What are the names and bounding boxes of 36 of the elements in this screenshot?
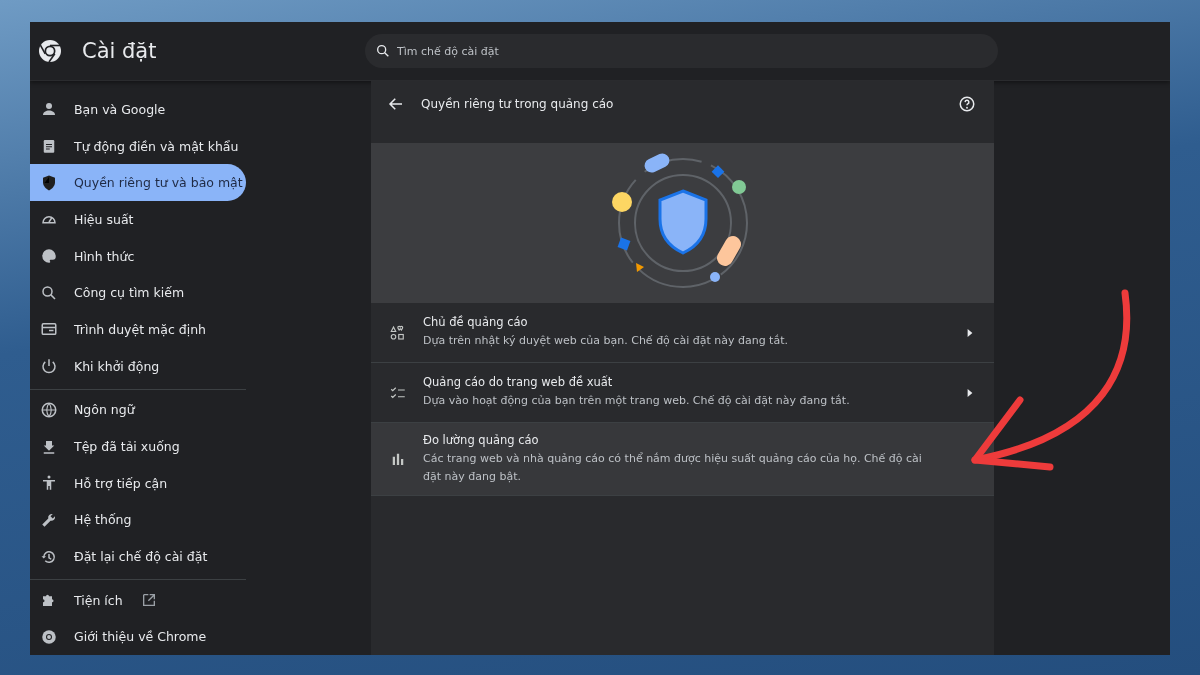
sidebar-item[interactable]: Trình duyệt mặc định bbox=[30, 311, 246, 348]
page-title: Quyền riêng tư trong quảng cáo bbox=[421, 97, 615, 111]
sidebar-item[interactable]: Hệ thống bbox=[30, 501, 246, 539]
sidebar-item[interactable]: Hiệu suất bbox=[30, 201, 246, 238]
sidebar-item[interactable]: Giới thiệu về Chrome bbox=[30, 618, 246, 655]
sidebar-item[interactable]: Tệp đã tải xuống bbox=[30, 428, 246, 465]
search-icon bbox=[375, 43, 391, 59]
sidebar-item[interactable]: Ngôn ngữ bbox=[30, 391, 246, 429]
setting-row[interactable]: Đo lường quảng cáo Các trang web và nhà quảng cáo có thể nắm được hiệu suất quảng cáo của họ. Chế độ cài đặt này đang bật. bbox=[371, 423, 994, 497]
setting-description: Dựa vào hoạt động của bạn trên một trang web. Chế độ cài đặt này đang tắt. bbox=[423, 393, 851, 410]
setting-row[interactable]: Chủ đề quảng cáo Dựa trên nhật ký duyệt web của bạn. Chế độ cài đặt này đang tắt. bbox=[371, 303, 994, 363]
sidebar-item[interactable]: Khi khởi động bbox=[30, 347, 246, 385]
setting-description: Dựa trên nhật ký duyệt web của bạn. Chế độ cài đặt này đang tắt. bbox=[423, 333, 789, 350]
search-icon bbox=[40, 283, 58, 302]
sidebar-item[interactable]: Công cụ tìm kiếm bbox=[30, 274, 246, 312]
globe-icon bbox=[40, 400, 58, 419]
chrome-logo-icon bbox=[38, 39, 62, 63]
sidebar-item[interactable]: Đặt lại chế độ cài đặt bbox=[30, 538, 246, 575]
sidebar-item[interactable]: Hỗ trợ tiếp cận bbox=[30, 464, 246, 502]
window-title: Cài đặt bbox=[82, 39, 157, 63]
search-field[interactable]: Tìm chế độ cài đặt bbox=[365, 34, 998, 68]
setting-description: Các trang web và nhà quảng cáo có thể nắm được hiệu suất quảng cáo của họ. Chế độ cài đặt này đang bật. bbox=[423, 451, 923, 485]
accessibility-icon bbox=[40, 474, 58, 493]
setting-title: Đo lường quảng cáo bbox=[423, 433, 540, 447]
sidebar-item[interactable]: Bạn và Google bbox=[30, 91, 246, 128]
sidebar-item[interactable]: Quyền riêng tư và bảo mật bbox=[30, 164, 246, 202]
power-icon bbox=[40, 357, 58, 376]
setting-title: Chủ đề quảng cáo bbox=[423, 315, 529, 330]
back-arrow-icon[interactable] bbox=[387, 95, 405, 113]
setting-title: Quảng cáo do trang web đề xuất bbox=[423, 375, 614, 390]
sidebar-item[interactable]: Hình thức bbox=[30, 237, 246, 275]
sidebar-item[interactable]: Tự động điền và mật khẩu bbox=[30, 127, 246, 165]
sidebar-item[interactable]: Tiện ích bbox=[30, 581, 246, 619]
shapes-icon bbox=[389, 323, 407, 342]
help-icon[interactable] bbox=[958, 95, 976, 113]
shield-icon bbox=[40, 173, 58, 192]
